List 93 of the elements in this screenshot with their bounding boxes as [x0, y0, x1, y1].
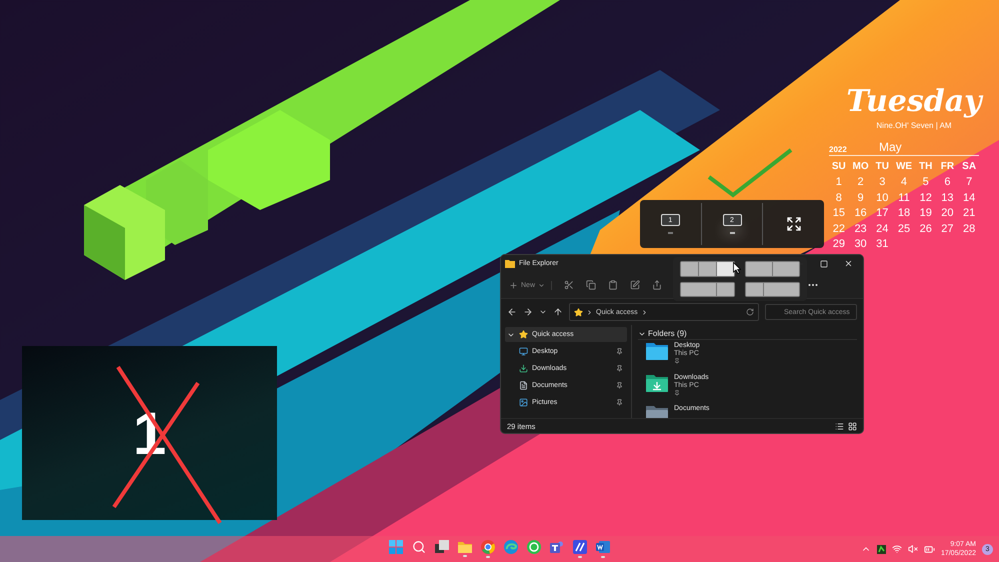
- calendar-date: 17: [875, 206, 890, 220]
- calendar-date: 16: [853, 206, 868, 220]
- calendar-date: 28: [962, 222, 976, 236]
- weekday-header: SA: [961, 160, 978, 174]
- calendar-date: 26: [918, 222, 933, 236]
- calendar-date: 12: [918, 190, 933, 205]
- weekday-header: SU: [830, 160, 847, 174]
- calendar-date: 19: [918, 206, 933, 220]
- calendar-date: 9: [856, 190, 865, 205]
- calendar-date: 30: [853, 237, 868, 252]
- time-caption: Nine.OH' Seven | AM: [876, 121, 952, 130]
- weekday-header: TU: [874, 160, 890, 174]
- calendar-date: 21: [962, 206, 976, 220]
- calendar-date: 3: [878, 175, 886, 190]
- calendar-month: May: [879, 140, 902, 154]
- calendar-date: 20: [940, 206, 955, 220]
- snap-layout[interactable]: [680, 261, 735, 276]
- calendar-date: 1: [834, 175, 843, 190]
- folder-icon: [458, 541, 472, 553]
- download-icon: [519, 364, 528, 373]
- calendar-year: 2022: [829, 145, 848, 154]
- star-icon: [574, 308, 583, 316]
- calendar-date: 23: [853, 222, 868, 236]
- chevron-icon: [586, 308, 593, 316]
- calendar-date: 13: [940, 190, 955, 205]
- share-icon[interactable]: [652, 280, 662, 290]
- calendar-date: 8: [834, 190, 843, 205]
- paste-icon[interactable]: [608, 280, 618, 290]
- speaker-muted-icon[interactable]: [908, 544, 918, 554]
- expand-icon[interactable]: [786, 216, 802, 232]
- tiles-view-icon[interactable]: [848, 422, 857, 430]
- taskbar-app-button[interactable]: [479, 538, 497, 560]
- pin-icon: [674, 358, 680, 364]
- caret-icon: [538, 282, 546, 288]
- edge-browser-icon: [504, 540, 518, 554]
- chat-bubble-icon: [527, 540, 541, 554]
- calendar-date: 7: [965, 175, 974, 190]
- pin-icon: [674, 390, 680, 396]
- folder-icon: [505, 260, 515, 268]
- recent-dropdown-icon[interactable]: [539, 308, 547, 316]
- weekday-header: MO: [852, 160, 870, 174]
- forward-icon[interactable]: [523, 307, 533, 317]
- windows-logo-icon: [389, 540, 403, 554]
- desktop-icon: [519, 347, 528, 356]
- weekday-title: Tuesday: [846, 84, 982, 119]
- calendar-date: 5: [922, 175, 930, 190]
- up-icon[interactable]: [553, 307, 563, 317]
- star-icon: [519, 330, 528, 339]
- chevron-icon: [640, 308, 648, 316]
- calendar-date: 27: [940, 222, 955, 236]
- close-icon: [844, 259, 853, 268]
- calendar-date: 4: [900, 175, 908, 190]
- calendar-date: 22: [832, 222, 846, 236]
- calendar-date: 11: [897, 190, 911, 205]
- picture-icon: [519, 398, 528, 407]
- calendar-date: 31: [875, 237, 890, 252]
- details-view-icon[interactable]: [835, 422, 844, 430]
- folder-icon: [646, 342, 668, 360]
- calendar-date: 10: [875, 190, 890, 205]
- calendar-date: 6: [943, 175, 952, 190]
- task-view-icon: [435, 540, 449, 554]
- folder-icon: [646, 374, 668, 392]
- taskbar-app-button[interactable]: [571, 538, 589, 560]
- weekday-header: TH: [918, 160, 934, 174]
- teams-icon: [550, 540, 564, 554]
- word-icon: [596, 540, 610, 554]
- chrome-browser-icon: [481, 540, 495, 554]
- weekday-header: WE: [894, 160, 914, 174]
- search-icon: [412, 540, 426, 554]
- taskbar-app-button[interactable]: [594, 538, 612, 560]
- rename-icon[interactable]: [630, 280, 640, 290]
- calendar-date: 14: [962, 190, 976, 205]
- calendar-date: 24: [875, 222, 890, 236]
- calendar-date: 18: [896, 206, 912, 220]
- cut-icon[interactable]: [564, 280, 574, 290]
- maximize-icon: [820, 260, 828, 268]
- calendar-date: 25: [896, 222, 912, 236]
- calendar-date: 2: [856, 175, 865, 190]
- pen-app-icon: [573, 540, 587, 554]
- wifi-icon[interactable]: [892, 544, 902, 554]
- mouse-pointer-icon: [733, 262, 741, 274]
- snap-zone[interactable]: [717, 262, 734, 276]
- folder-icon: [646, 405, 668, 418]
- section-header[interactable]: Folders (9): [638, 328, 857, 340]
- plus-icon: [509, 280, 518, 290]
- back-icon[interactable]: [507, 307, 517, 317]
- document-icon: [519, 381, 528, 390]
- calendar-date: 29: [832, 237, 846, 252]
- copy-icon[interactable]: [586, 280, 596, 290]
- refresh-icon[interactable]: [746, 308, 754, 316]
- weekday-header: FR: [940, 160, 956, 174]
- calendar-date: 15: [832, 206, 846, 220]
- battery-icon[interactable]: [924, 544, 935, 554]
